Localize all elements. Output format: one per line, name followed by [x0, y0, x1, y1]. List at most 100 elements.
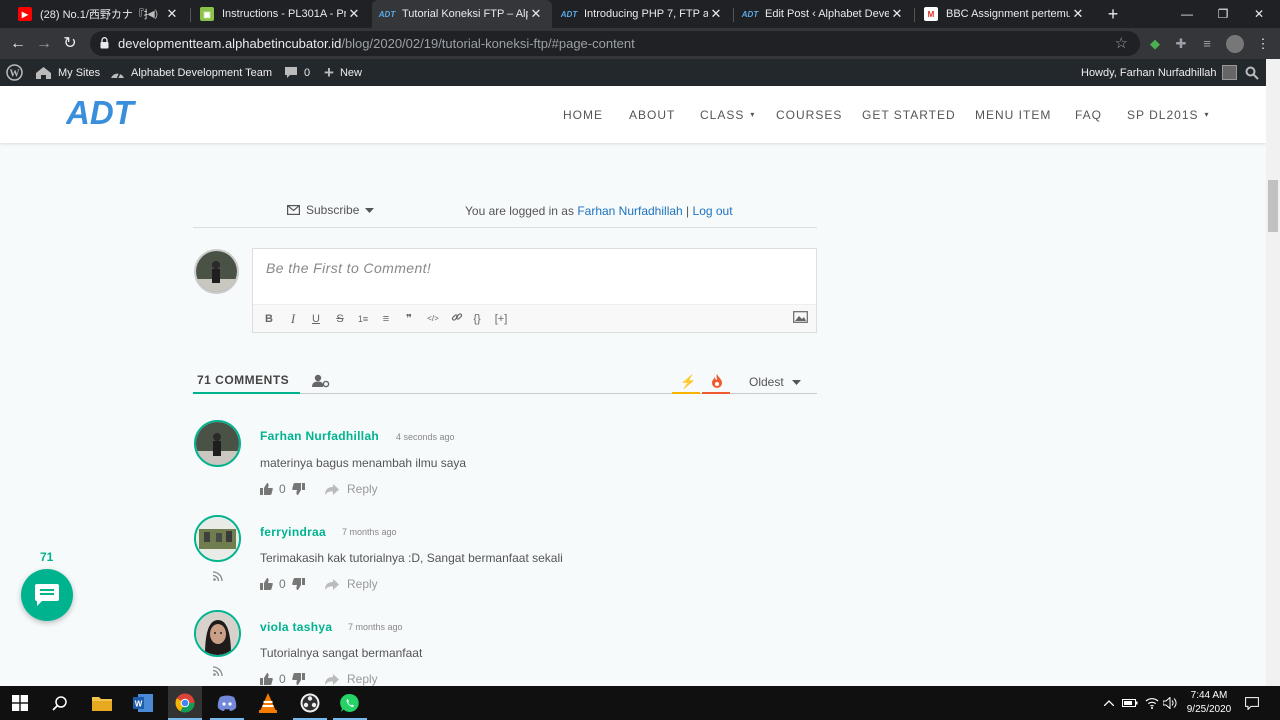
comment-author[interactable]: viola tashya	[260, 620, 332, 634]
thumbs-up-icon[interactable]	[260, 578, 273, 590]
subscribe-dropdown[interactable]: Subscribe	[287, 203, 375, 217]
rss-feed-icon[interactable]	[212, 568, 223, 582]
comment-input[interactable]: Be the First to Comment!	[266, 260, 431, 276]
search-icon[interactable]	[48, 691, 72, 715]
browser-tab-edit-post[interactable]: ADT Edit Post ‹ Alphabet Develop ✕	[735, 0, 913, 28]
underline-icon[interactable]: U	[308, 311, 324, 327]
browser-tab-introducing-php[interactable]: ADT Introducing PHP 7, FTP and I ✕	[554, 0, 732, 28]
chrome-icon[interactable]	[173, 691, 197, 715]
nav-home[interactable]: HOME	[563, 86, 603, 143]
taskbar-clock[interactable]: 7:44 AM 9/25/2020	[1183, 689, 1235, 717]
search-icon[interactable]	[1245, 59, 1259, 86]
browser-tab-gmail[interactable]: M BBC Assignment pertemuan ✕	[916, 0, 1094, 28]
file-explorer-icon[interactable]	[90, 691, 114, 715]
bookmark-star-icon[interactable]: ☆	[1115, 34, 1128, 52]
strikethrough-icon[interactable]: S	[332, 311, 348, 327]
user-settings-icon[interactable]	[312, 374, 330, 388]
unordered-list-icon[interactable]: ≡	[378, 311, 394, 327]
extension-leaf-icon[interactable]: ◆	[1145, 34, 1165, 54]
comment-author[interactable]: Farhan Nurfadhillah	[260, 429, 379, 443]
speaker-icon[interactable]: ◀)	[147, 9, 158, 20]
page-scrollbar-thumb[interactable]	[1268, 180, 1278, 232]
spoiler-icon[interactable]: [+]	[491, 311, 511, 327]
comment-author[interactable]: ferryindraa	[260, 525, 326, 539]
thumbs-down-icon[interactable]	[291, 673, 305, 685]
battery-icon[interactable]	[1122, 686, 1138, 720]
back-arrow-icon[interactable]: ←	[6, 32, 30, 56]
ordered-list-icon[interactable]: 1≡	[355, 311, 371, 327]
media-control-icon[interactable]: ≡	[1197, 34, 1217, 54]
newest-bolt-icon[interactable]: ⚡	[680, 374, 696, 390]
code-block-icon[interactable]: {}	[469, 311, 485, 327]
thumbs-up-icon[interactable]	[260, 673, 273, 685]
rss-feed-icon[interactable]	[212, 663, 223, 677]
windows-start-icon[interactable]	[8, 691, 32, 715]
thumbs-down-icon[interactable]	[291, 578, 305, 590]
reply-button[interactable]: Reply	[325, 672, 378, 686]
whatsapp-icon[interactable]	[338, 691, 362, 715]
browser-tab-instructions[interactable]: ▣ Instructions - PL301A - Progr ✕	[192, 0, 370, 28]
comment-votes: 0	[260, 577, 305, 591]
page-scrollbar-track[interactable]	[1266, 59, 1280, 686]
close-tab-icon[interactable]: ✕	[346, 6, 362, 22]
browser-tab-active[interactable]: ADT Tutorial Koneksi FTP – Alphal ✕	[372, 0, 552, 28]
comment-time[interactable]: 7 months ago	[342, 527, 397, 537]
link-icon[interactable]	[449, 311, 465, 327]
comment-time[interactable]: 4 seconds ago	[396, 432, 455, 442]
discord-icon[interactable]	[215, 691, 239, 715]
url-text[interactable]: developmentteam.alphabetincubator.id/blo…	[118, 36, 635, 51]
nav-about[interactable]: ABOUT	[629, 86, 675, 143]
new-content-menu[interactable]: + New	[324, 59, 362, 86]
vlc-icon[interactable]	[256, 691, 280, 715]
user-profile-link[interactable]: Farhan Nurfadhillah	[577, 204, 682, 218]
close-tab-icon[interactable]: ✕	[164, 6, 180, 22]
obs-icon[interactable]	[298, 691, 322, 715]
floating-comments-button[interactable]	[21, 569, 73, 621]
nav-courses[interactable]: COURSES	[776, 86, 842, 143]
blockquote-icon[interactable]: ❞	[401, 311, 417, 327]
comments-menu[interactable]: 0	[284, 59, 310, 86]
italic-icon[interactable]: I	[285, 311, 301, 327]
image-upload-icon[interactable]	[792, 311, 808, 327]
reply-button[interactable]: Reply	[325, 577, 378, 591]
my-sites-menu[interactable]: My Sites	[35, 59, 100, 86]
thumbs-down-icon[interactable]	[291, 483, 305, 495]
profile-avatar-icon[interactable]	[1225, 34, 1245, 54]
howdy-user-menu[interactable]: Howdy, Farhan Nurfadhillah	[1081, 59, 1237, 86]
nav-sp-dl201s[interactable]: SP DL201S ▾	[1127, 86, 1210, 143]
sort-dropdown[interactable]: Oldest	[749, 375, 801, 389]
close-window-icon[interactable]: ✕	[1236, 0, 1280, 28]
close-tab-icon[interactable]: ✕	[1070, 6, 1086, 22]
logout-link[interactable]: Log out	[693, 204, 733, 218]
browser-tab-youtube[interactable]: ▶ (28) No.1/西野カナ『拡上 ◀) ✕	[10, 0, 188, 28]
nav-faq[interactable]: FAQ	[1075, 86, 1102, 143]
close-tab-icon[interactable]: ✕	[708, 6, 724, 22]
new-tab-button[interactable]: +	[1103, 4, 1123, 24]
chrome-menu-icon[interactable]: ⋮	[1253, 34, 1273, 54]
site-name-menu[interactable]: Alphabet Development Team	[110, 59, 272, 86]
wifi-icon[interactable]	[1145, 686, 1159, 720]
action-center-icon[interactable]	[1245, 686, 1259, 720]
reply-button[interactable]: Reply	[325, 482, 378, 496]
wordpress-logo-icon[interactable]: W	[6, 59, 23, 86]
reload-icon[interactable]: ↻	[58, 32, 82, 56]
word-icon[interactable]: W	[131, 691, 155, 715]
comments-count-tab[interactable]: 71 COMMENTS	[197, 373, 289, 387]
thumbs-up-icon[interactable]	[260, 483, 273, 495]
nav-get-started[interactable]: GET STARTED	[862, 86, 956, 143]
close-tab-icon[interactable]: ✕	[528, 6, 544, 22]
volume-icon[interactable]	[1163, 686, 1177, 720]
comment-time[interactable]: 7 months ago	[348, 622, 403, 632]
code-icon[interactable]: </>	[425, 311, 441, 327]
bold-icon[interactable]: B	[261, 311, 277, 327]
extensions-puzzle-icon[interactable]: ✚	[1171, 34, 1191, 54]
nav-class[interactable]: CLASS ▾	[700, 86, 755, 143]
show-hidden-icons-caret[interactable]	[1104, 686, 1114, 720]
forward-arrow-icon[interactable]: →	[32, 32, 56, 56]
close-tab-icon[interactable]: ✕	[889, 6, 905, 22]
nav-menu-item[interactable]: MENU ITEM	[975, 86, 1051, 143]
hottest-flame-icon[interactable]	[711, 374, 723, 391]
comment-editor[interactable]: Be the First to Comment! B I U S 1≡ ≡ ❞ …	[252, 248, 817, 333]
site-logo[interactable]: ADT	[65, 94, 146, 135]
address-bar[interactable]: developmentteam.alphabetincubator.id/blo…	[90, 31, 1140, 56]
